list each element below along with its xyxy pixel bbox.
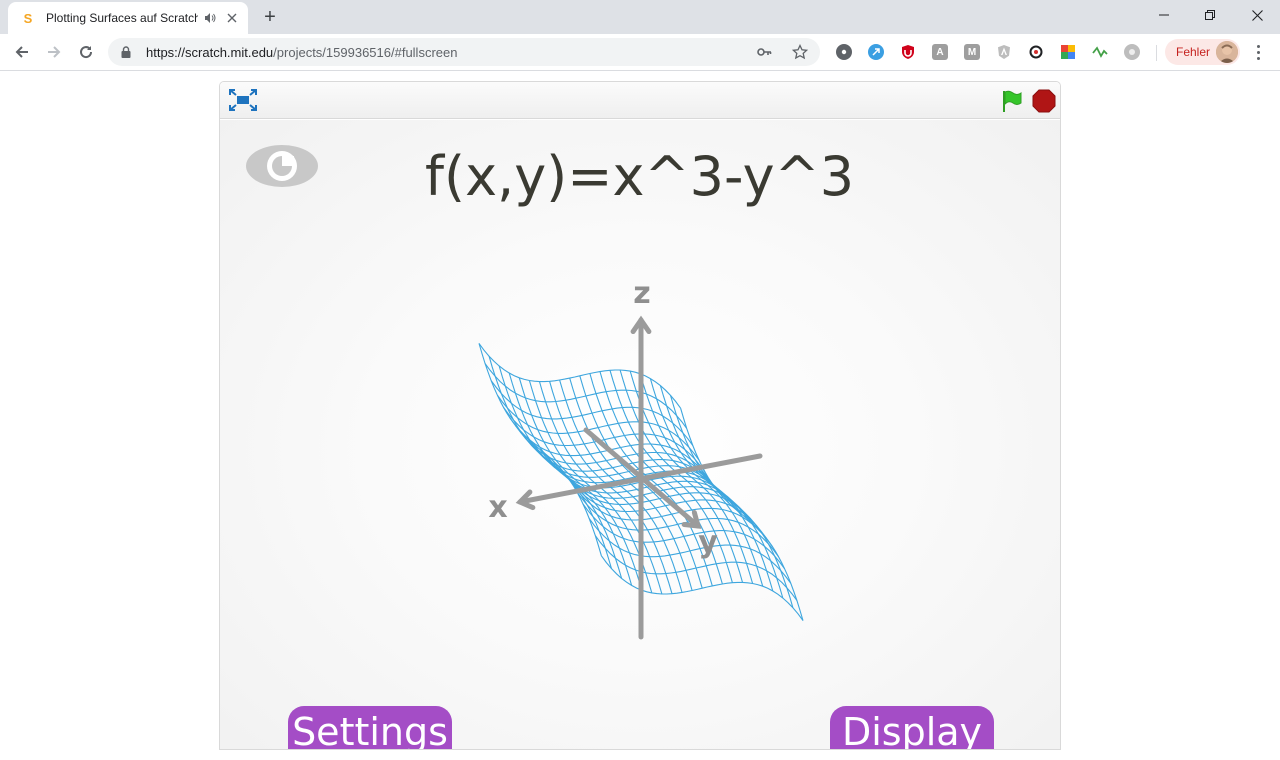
gear-extension-icon[interactable]: [836, 44, 852, 60]
angular-extension-icon[interactable]: [996, 44, 1012, 60]
pulse-extension-icon[interactable]: [1092, 44, 1108, 60]
restore-icon[interactable]: [1187, 0, 1233, 30]
speaker-icon[interactable]: [202, 10, 218, 26]
key-icon[interactable]: [756, 44, 772, 60]
sync-extension-icon[interactable]: [1028, 44, 1044, 60]
forward-arrow-icon[interactable]: [40, 38, 68, 66]
axes: [515, 315, 763, 640]
reload-icon[interactable]: [72, 38, 100, 66]
url-path: /projects/159936516/#fullscreen: [273, 44, 458, 60]
display-button[interactable]: Display: [830, 706, 994, 750]
back-arrow-icon[interactable]: [8, 38, 36, 66]
display-button-label: Display: [841, 710, 983, 750]
mesh-line-x: [588, 518, 792, 584]
browser-tab[interactable]: S Plotting Surfaces auf Scratch: [8, 2, 248, 34]
profile-label: Fehler: [1176, 45, 1211, 59]
bookmark-star-icon[interactable]: [792, 44, 808, 60]
settings-button-label: Settings: [292, 710, 448, 750]
minimize-icon[interactable]: [1141, 0, 1187, 30]
scratch-player: f(x,y)=x^3-y^3 z x y Settings Display: [219, 81, 1061, 750]
profile-button[interactable]: Fehler: [1165, 39, 1240, 65]
toolbar-separator: [1156, 45, 1157, 61]
close-tab-icon[interactable]: [224, 10, 240, 26]
stage[interactable]: f(x,y)=x^3-y^3 z x y Settings Display: [220, 120, 1060, 750]
url-host: https://scratch.mit.edu: [146, 44, 274, 60]
new-tab-button[interactable]: +: [258, 5, 282, 29]
browser-toolbar: https://scratch.mit.edu/projects/1599365…: [0, 34, 1280, 71]
mesh-line-x: [594, 535, 798, 601]
address-bar[interactable]: https://scratch.mit.edu/projects/1599365…: [108, 38, 820, 66]
green-flag-icon[interactable]: [1000, 89, 1024, 113]
x-axis-label: x: [488, 490, 507, 525]
y-axis-label: y: [698, 525, 718, 560]
a-extension-icon[interactable]: A: [932, 44, 948, 60]
close-window-icon[interactable]: [1234, 0, 1280, 30]
m-extension-icon[interactable]: M: [964, 44, 980, 60]
player-controls-bar: [220, 82, 1060, 119]
circle-extension-icon[interactable]: [1124, 44, 1140, 60]
lock-icon[interactable]: [120, 45, 132, 59]
tab-title: Plotting Surfaces auf Scratch: [46, 11, 198, 25]
bitwarden-extension-icon[interactable]: [868, 44, 884, 60]
surface-plot: z x y: [478, 276, 804, 640]
url-text[interactable]: https://scratch.mit.edu/projects/1599365…: [146, 45, 457, 60]
z-axis-label: z: [633, 276, 650, 311]
avatar: [1216, 41, 1238, 63]
ublock-extension-icon[interactable]: [900, 44, 916, 60]
browser-menu-icon[interactable]: [1248, 42, 1268, 62]
colorful-extension-icon[interactable]: [1060, 44, 1076, 60]
stop-sign-icon[interactable]: [1032, 89, 1056, 113]
tab-strip: S Plotting Surfaces auf Scratch +: [0, 0, 1280, 34]
exit-fullscreen-icon[interactable]: [229, 89, 257, 111]
settings-button[interactable]: Settings: [288, 706, 452, 750]
scratch-favicon-icon: S: [23, 10, 33, 26]
